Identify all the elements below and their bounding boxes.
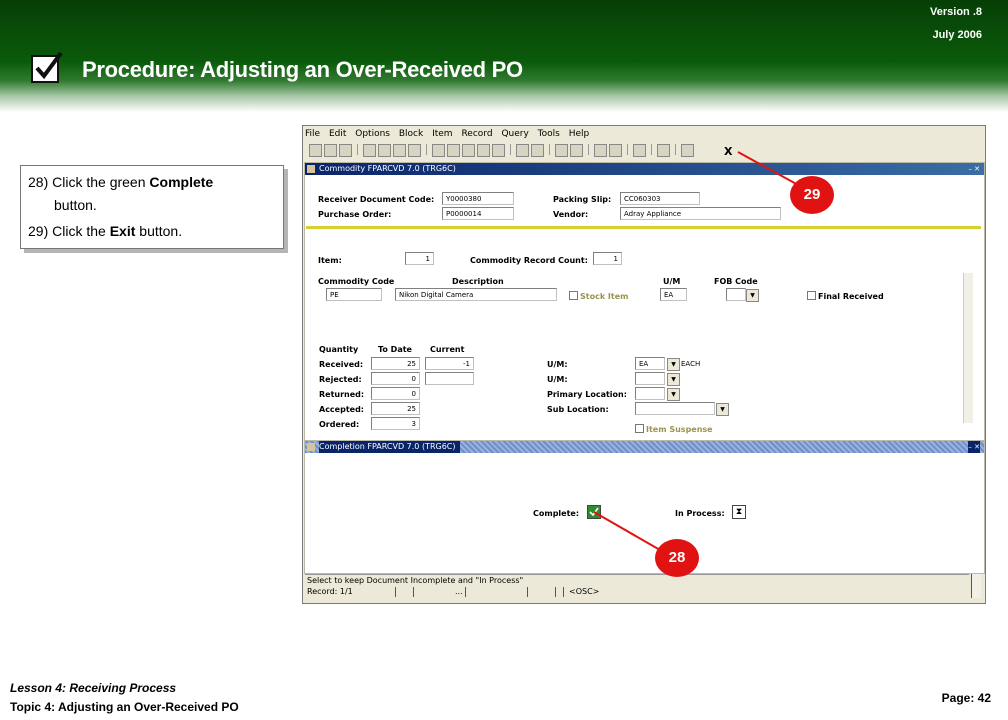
step-marker-29: 29: [790, 176, 834, 214]
lesson-label: Lesson 4: Receiving Process: [10, 681, 177, 695]
page-number: Page: 42: [941, 691, 991, 705]
pointer-line-29: [737, 151, 801, 187]
step-marker-28: 28: [655, 539, 699, 577]
callout-pointers: [593, 151, 801, 551]
pointer-line-28: [593, 511, 661, 551]
topic-label: Topic 4: Adjusting an Over-Received PO: [10, 700, 239, 714]
